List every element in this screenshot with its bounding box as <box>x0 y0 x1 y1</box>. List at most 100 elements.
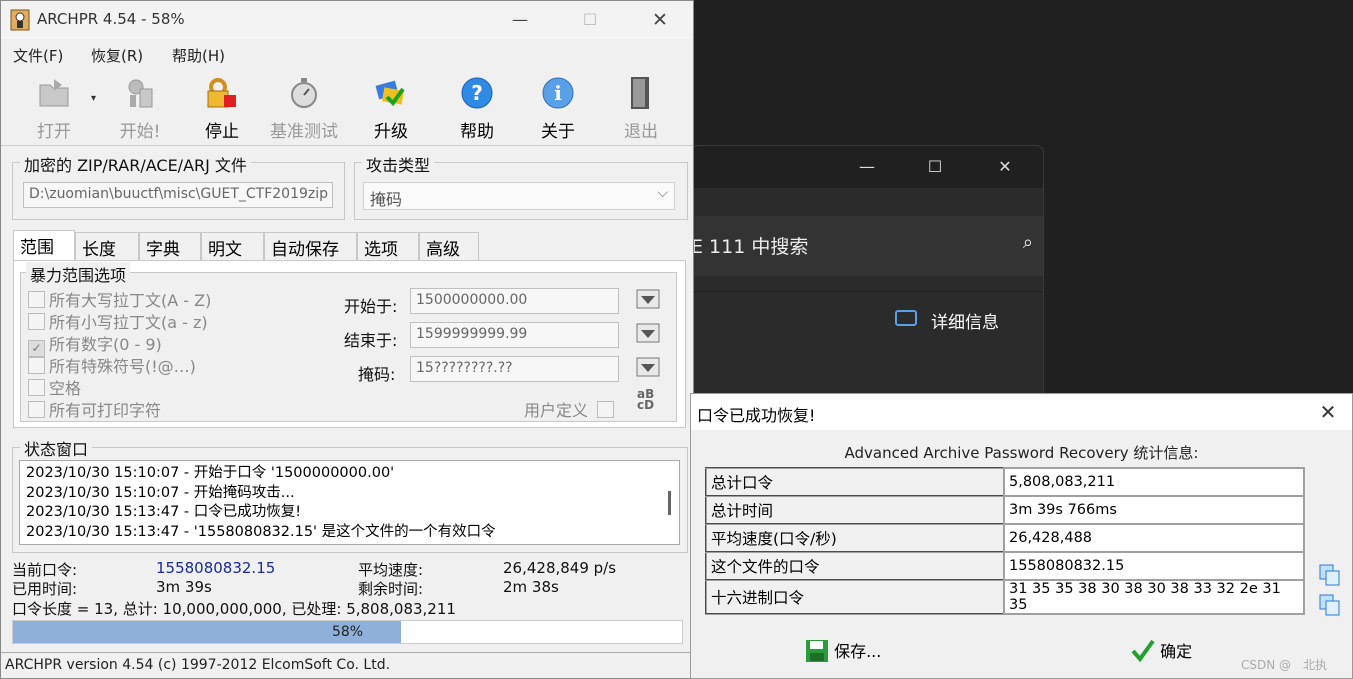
mask-label: 掩码: <box>358 365 396 384</box>
elapsed-time-label: 已用时间: <box>12 580 78 598</box>
log-line: 2023/10/30 15:10:07 - 开始于口令 '1500000000.… <box>26 465 395 481</box>
tab-options[interactable]: 选项 <box>357 232 419 260</box>
menu-help[interactable]: 帮助(H) <box>172 45 225 66</box>
custom-charset-checkbox[interactable]: 用户定义 <box>524 397 618 421</box>
floppy-disk-icon <box>806 640 828 662</box>
search-icon[interactable]: ⌕ <box>1023 232 1033 253</box>
open-dropdown-arrow-icon[interactable]: ▾ <box>91 93 96 104</box>
dialog-heading: Advanced Archive Password Recovery 统计信息: <box>844 444 1199 462</box>
tab-autosave[interactable]: 自动保存 <box>264 232 357 260</box>
titlebar: ARCHPR 4.54 - 58% — ☐ ✕ <box>1 1 693 39</box>
ok-button[interactable]: 确定 <box>1131 638 1192 666</box>
tab-range[interactable]: 范围 <box>13 230 75 261</box>
tab-dictionary[interactable]: 字典 <box>139 232 201 260</box>
details-pane-icon[interactable] <box>895 310 917 326</box>
bg-titlebar: — ☐ ✕ <box>691 146 1043 188</box>
attack-type-value: 掩码 <box>370 190 403 209</box>
status-bar: ARCHPR version 4.54 (c) 1997-2012 ElcomS… <box>1 652 693 678</box>
status-scrollbar-thumb[interactable] <box>668 491 671 515</box>
start-copy-icon[interactable] <box>635 288 661 310</box>
end-at-field[interactable]: 1599999999.99 <box>410 322 619 348</box>
exit-button[interactable]: 退出 <box>606 75 676 145</box>
status-log[interactable]: 2023/10/30 15:10:07 - 开始于口令 '1500000000.… <box>19 460 680 545</box>
table-row: 总计口令 5,808,083,211 <box>705 467 1305 497</box>
upgrade-button[interactable]: 升级 <box>356 75 426 145</box>
about-button[interactable]: i 关于 <box>523 75 593 145</box>
stat-key: 这个文件的口令 <box>705 551 1005 581</box>
remaining-time-label: 剩余时间: <box>358 580 424 598</box>
file-path-field[interactable]: D:\zuomian\buuctf\misc\GUET_CTF2019zip <box>23 182 333 208</box>
log-line: 2023/10/30 15:13:47 - '1558080832.15' 是这… <box>26 523 496 540</box>
tab-plaintext[interactable]: 明文 <box>201 232 264 260</box>
charset-abc-icon[interactable]: aB cD <box>637 388 654 411</box>
tab-length[interactable]: 长度 <box>75 232 139 260</box>
password-recovered-dialog: 口令已成功恢复! ✕ Advanced Archive Password Rec… <box>690 393 1353 679</box>
stat-value[interactable]: 5,808,083,211 <box>1003 467 1305 497</box>
stat-key: 十六进制口令 <box>705 579 1005 615</box>
chevron-down-icon: ⌵ <box>657 185 668 201</box>
window-title: ARCHPR 4.54 - 58% <box>37 10 185 28</box>
elapsed-time-value: 3m 39s <box>156 578 212 596</box>
progress-percent: 58% <box>331 624 364 640</box>
stat-value[interactable]: 3m 39s 766ms <box>1003 495 1305 525</box>
copy-hex-password-icon[interactable] <box>1319 594 1341 616</box>
encrypted-file-group-label: 加密的 ZIP/RAR/ACE/ARJ 文件 <box>20 152 251 176</box>
checkbox-printable[interactable]: 所有可打印字符 <box>28 397 161 421</box>
toolbar: 打开 ▾ 开始! 停止 基准测试 升级 ? 帮助 i 关于 退出 <box>1 69 693 146</box>
minimize-icon[interactable]: — <box>503 7 537 33</box>
stat-value[interactable]: 31 35 35 38 30 38 30 38 33 32 2e 31 35 <box>1003 579 1305 615</box>
checkbox-lowercase[interactable]: 所有小写拉丁文(a - z) <box>28 309 208 333</box>
stat-value[interactable]: 1558080832.15 <box>1003 551 1305 581</box>
close-icon[interactable]: ✕ <box>985 154 1025 180</box>
bg-details-bar: 详细信息 <box>691 291 1043 362</box>
maximize-icon[interactable]: ☐ <box>915 154 955 180</box>
checkbox-special[interactable]: 所有特殊符号(!@…) <box>28 353 196 377</box>
bg-search-text: E 111 中搜索 <box>691 236 809 258</box>
attack-type-group-label: 攻击类型 <box>362 152 435 176</box>
end-at-label: 结束于: <box>344 331 398 350</box>
watermark: CSDN @ 北执 <box>1241 658 1328 672</box>
dialog-title: 口令已成功恢复! <box>697 406 816 425</box>
open-button[interactable]: 打开 <box>19 75 89 145</box>
minimize-icon[interactable]: — <box>847 154 887 180</box>
archpr-main-window: ARCHPR 4.54 - 58% — ☐ ✕ 文件(F) 恢复(R) 帮助(H… <box>0 0 694 679</box>
checkmark-icon <box>1131 639 1155 663</box>
mask-copy-icon[interactable] <box>635 356 661 378</box>
avg-speed-value: 26,428,849 p/s <box>503 559 617 577</box>
archpr-app-icon <box>10 9 30 31</box>
start-from-field[interactable]: 1500000000.00 <box>410 288 619 314</box>
save-button[interactable]: 保存... <box>805 638 881 666</box>
details-button[interactable]: 详细信息 <box>931 308 999 333</box>
checkbox-uppercase[interactable]: 所有大写拉丁文(A - Z) <box>28 287 211 311</box>
attack-type-select[interactable]: 掩码 ⌵ <box>363 182 675 210</box>
brute-force-range-label: 暴力范围选项 <box>26 262 131 286</box>
status-window-label: 状态窗口 <box>20 436 93 460</box>
benchmark-button[interactable]: 基准测试 <box>269 75 339 145</box>
stop-lock-icon <box>207 78 236 108</box>
menubar: 文件(F) 恢复(R) 帮助(H) <box>1 40 693 68</box>
close-icon[interactable]: ✕ <box>643 7 677 33</box>
stat-value[interactable]: 26,428,488 <box>1003 523 1305 553</box>
length-summary: 口令长度 = 13, 总计: 10,000,000,000, 已处理: 5,80… <box>12 600 456 618</box>
bg-search-bar[interactable]: E 111 中搜索 ⌕ <box>691 216 1043 276</box>
checkbox-space[interactable]: 空格 <box>28 375 81 399</box>
start-icon <box>128 79 153 108</box>
checkbox-box <box>28 379 45 396</box>
menu-file[interactable]: 文件(F) <box>13 45 63 66</box>
checkbox-box <box>597 401 615 418</box>
menu-recover[interactable]: 恢复(R) <box>91 45 143 66</box>
copy-password-icon[interactable] <box>1319 564 1341 586</box>
tab-advanced[interactable]: 高级 <box>419 232 479 260</box>
log-line: 2023/10/30 15:10:07 - 开始掩码攻击... <box>26 484 295 501</box>
start-button[interactable]: 开始! <box>105 75 175 145</box>
help-button[interactable]: ? 帮助 <box>442 75 512 145</box>
open-folder-icon <box>39 79 69 107</box>
checkbox-box <box>28 401 45 418</box>
mask-field[interactable]: 15????????.?? <box>410 356 619 382</box>
stop-button[interactable]: 停止 <box>187 75 257 145</box>
table-row: 十六进制口令 31 35 35 38 30 38 30 38 33 32 2e 3… <box>705 579 1305 615</box>
close-icon[interactable]: ✕ <box>1310 398 1346 426</box>
checkbox-box <box>28 291 45 308</box>
end-copy-icon[interactable] <box>635 322 661 344</box>
svg-text:i: i <box>554 81 562 105</box>
